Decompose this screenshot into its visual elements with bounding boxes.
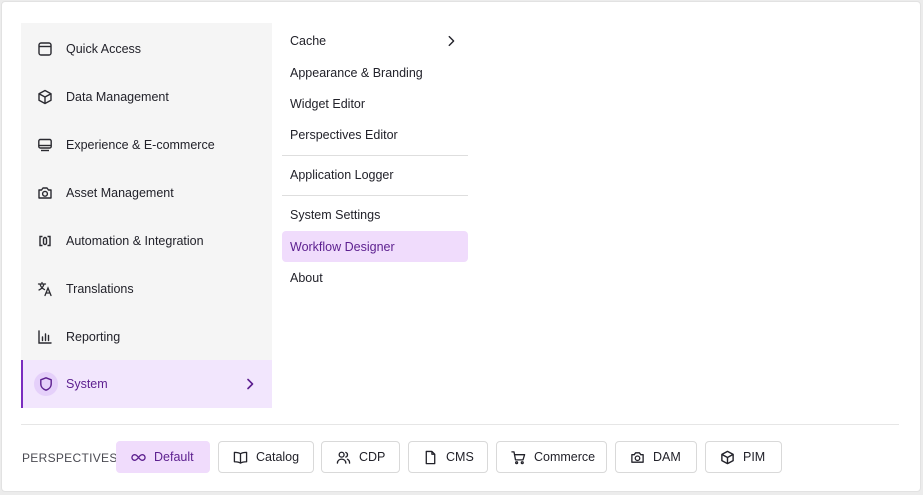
nav-item-automation-integration[interactable]: Automation & Integration: [21, 217, 272, 265]
nav-item-label: Quick Access: [66, 42, 142, 56]
nav-item-label: Experience & E-commerce: [66, 138, 215, 152]
window-icon: [35, 39, 55, 59]
submenu-item-workflow-designer[interactable]: Workflow Designer: [282, 231, 468, 262]
submenu-item-cache[interactable]: Cache: [282, 25, 468, 56]
shield-icon: [34, 372, 58, 396]
nav-item-label: Reporting: [66, 330, 121, 344]
submenu-item-label: Workflow Designer: [290, 240, 395, 254]
chevron-right-icon: [444, 34, 458, 48]
nav-item-translations[interactable]: Translations: [21, 265, 272, 313]
perspective-label: Commerce: [534, 450, 596, 464]
submenu-item-appearance-branding[interactable]: Appearance & Branding: [282, 57, 468, 88]
submenu-item-widget-editor[interactable]: Widget Editor: [282, 88, 468, 119]
nav-item-label: Data Management: [66, 90, 169, 104]
perspective-label: CDP: [359, 450, 386, 464]
cart-icon: [511, 450, 526, 464]
submenu-item-perspectives-editor[interactable]: Perspectives Editor: [282, 119, 468, 150]
book-icon: [233, 451, 248, 464]
submenu-divider: [282, 195, 468, 196]
perspective-label: DAM: [653, 450, 681, 464]
perspective-label: CMS: [446, 450, 474, 464]
infinity-icon: [131, 453, 146, 461]
perspective-dam-button[interactable]: DAM: [615, 441, 697, 473]
users-icon: [336, 451, 351, 464]
box-icon: [721, 450, 734, 464]
nav-item-label: Automation & Integration: [66, 234, 204, 248]
perspective-commerce-button[interactable]: Commerce: [496, 441, 607, 473]
nav-item-label: System: [66, 377, 108, 391]
perspective-cms-button[interactable]: CMS: [408, 441, 488, 473]
camera-icon: [35, 183, 55, 203]
integration-icon: [35, 231, 55, 251]
perspective-label: Catalog: [256, 450, 300, 464]
main-menu-panel: Quick Access Data Management Experience …: [1, 1, 921, 492]
submenu-item-label: About: [290, 271, 323, 285]
perspective-pim-button[interactable]: PIM: [705, 441, 782, 473]
nav-item-quick-access[interactable]: Quick Access: [21, 25, 272, 73]
perspective-catalog-button[interactable]: Catalog: [218, 441, 314, 473]
nav-item-data-management[interactable]: Data Management: [21, 73, 272, 121]
submenu-item-label: Perspectives Editor: [290, 128, 398, 142]
submenu-item-label: Application Logger: [290, 168, 394, 182]
perspective-default-button[interactable]: Default: [116, 441, 210, 473]
nav-item-asset-management[interactable]: Asset Management: [21, 169, 272, 217]
nav-item-label: Translations: [66, 282, 134, 296]
submenu-item-label: Cache: [290, 34, 327, 48]
submenu-item-application-logger[interactable]: Application Logger: [282, 159, 468, 190]
nav-item-system[interactable]: System: [21, 360, 272, 408]
nav-item-reporting[interactable]: Reporting: [21, 313, 272, 361]
bar-chart-icon: [35, 327, 55, 347]
submenu-item-system-settings[interactable]: System Settings: [282, 199, 468, 230]
submenu-item-label: System Settings: [290, 208, 381, 222]
submenu-item-about[interactable]: About: [282, 262, 468, 293]
nav-item-label: Asset Management: [66, 186, 174, 200]
translate-icon: [35, 279, 55, 299]
camera-icon: [631, 451, 644, 463]
perspective-label: PIM: [743, 450, 766, 464]
perspectives-label: PERSPECTIVES: [22, 451, 118, 465]
submenu-divider: [282, 155, 468, 156]
main-nav: Quick Access Data Management Experience …: [21, 23, 272, 408]
chevron-right-icon: [242, 376, 258, 392]
file-icon: [425, 450, 436, 464]
monitor-icon: [35, 135, 55, 155]
perspectives-divider: [21, 424, 899, 425]
submenu-item-label: Widget Editor: [290, 97, 366, 111]
submenu-item-label: Appearance & Branding: [290, 66, 423, 80]
perspective-cdp-button[interactable]: CDP: [321, 441, 400, 473]
cube-icon: [35, 87, 55, 107]
perspective-label: Default: [154, 450, 194, 464]
nav-item-experience-ecommerce[interactable]: Experience & E-commerce: [21, 121, 272, 169]
